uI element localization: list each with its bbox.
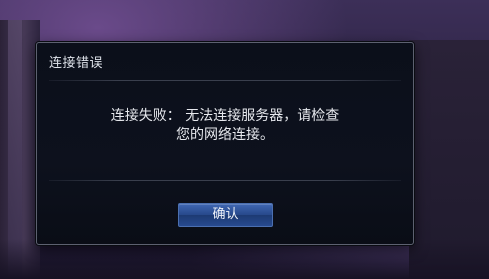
background-ground (0, 239, 489, 279)
error-message-line-1: 连接失败： 无法连接服务器，请检查 (110, 108, 340, 124)
confirm-button[interactable]: 确认 (178, 203, 273, 227)
error-message: 连接失败： 无法连接服务器，请检查 您的网络连接。 (37, 107, 413, 145)
error-message-line-2: 您的网络连接。 (176, 127, 274, 143)
game-background: 连接错误 连接失败： 无法连接服务器，请检查 您的网络连接。 确认 (0, 0, 489, 279)
connection-error-dialog: 连接错误 连接失败： 无法连接服务器，请检查 您的网络连接。 确认 (36, 42, 414, 245)
title-divider (49, 80, 401, 81)
footer-divider (49, 180, 401, 181)
dialog-title: 连接错误 (49, 56, 104, 71)
